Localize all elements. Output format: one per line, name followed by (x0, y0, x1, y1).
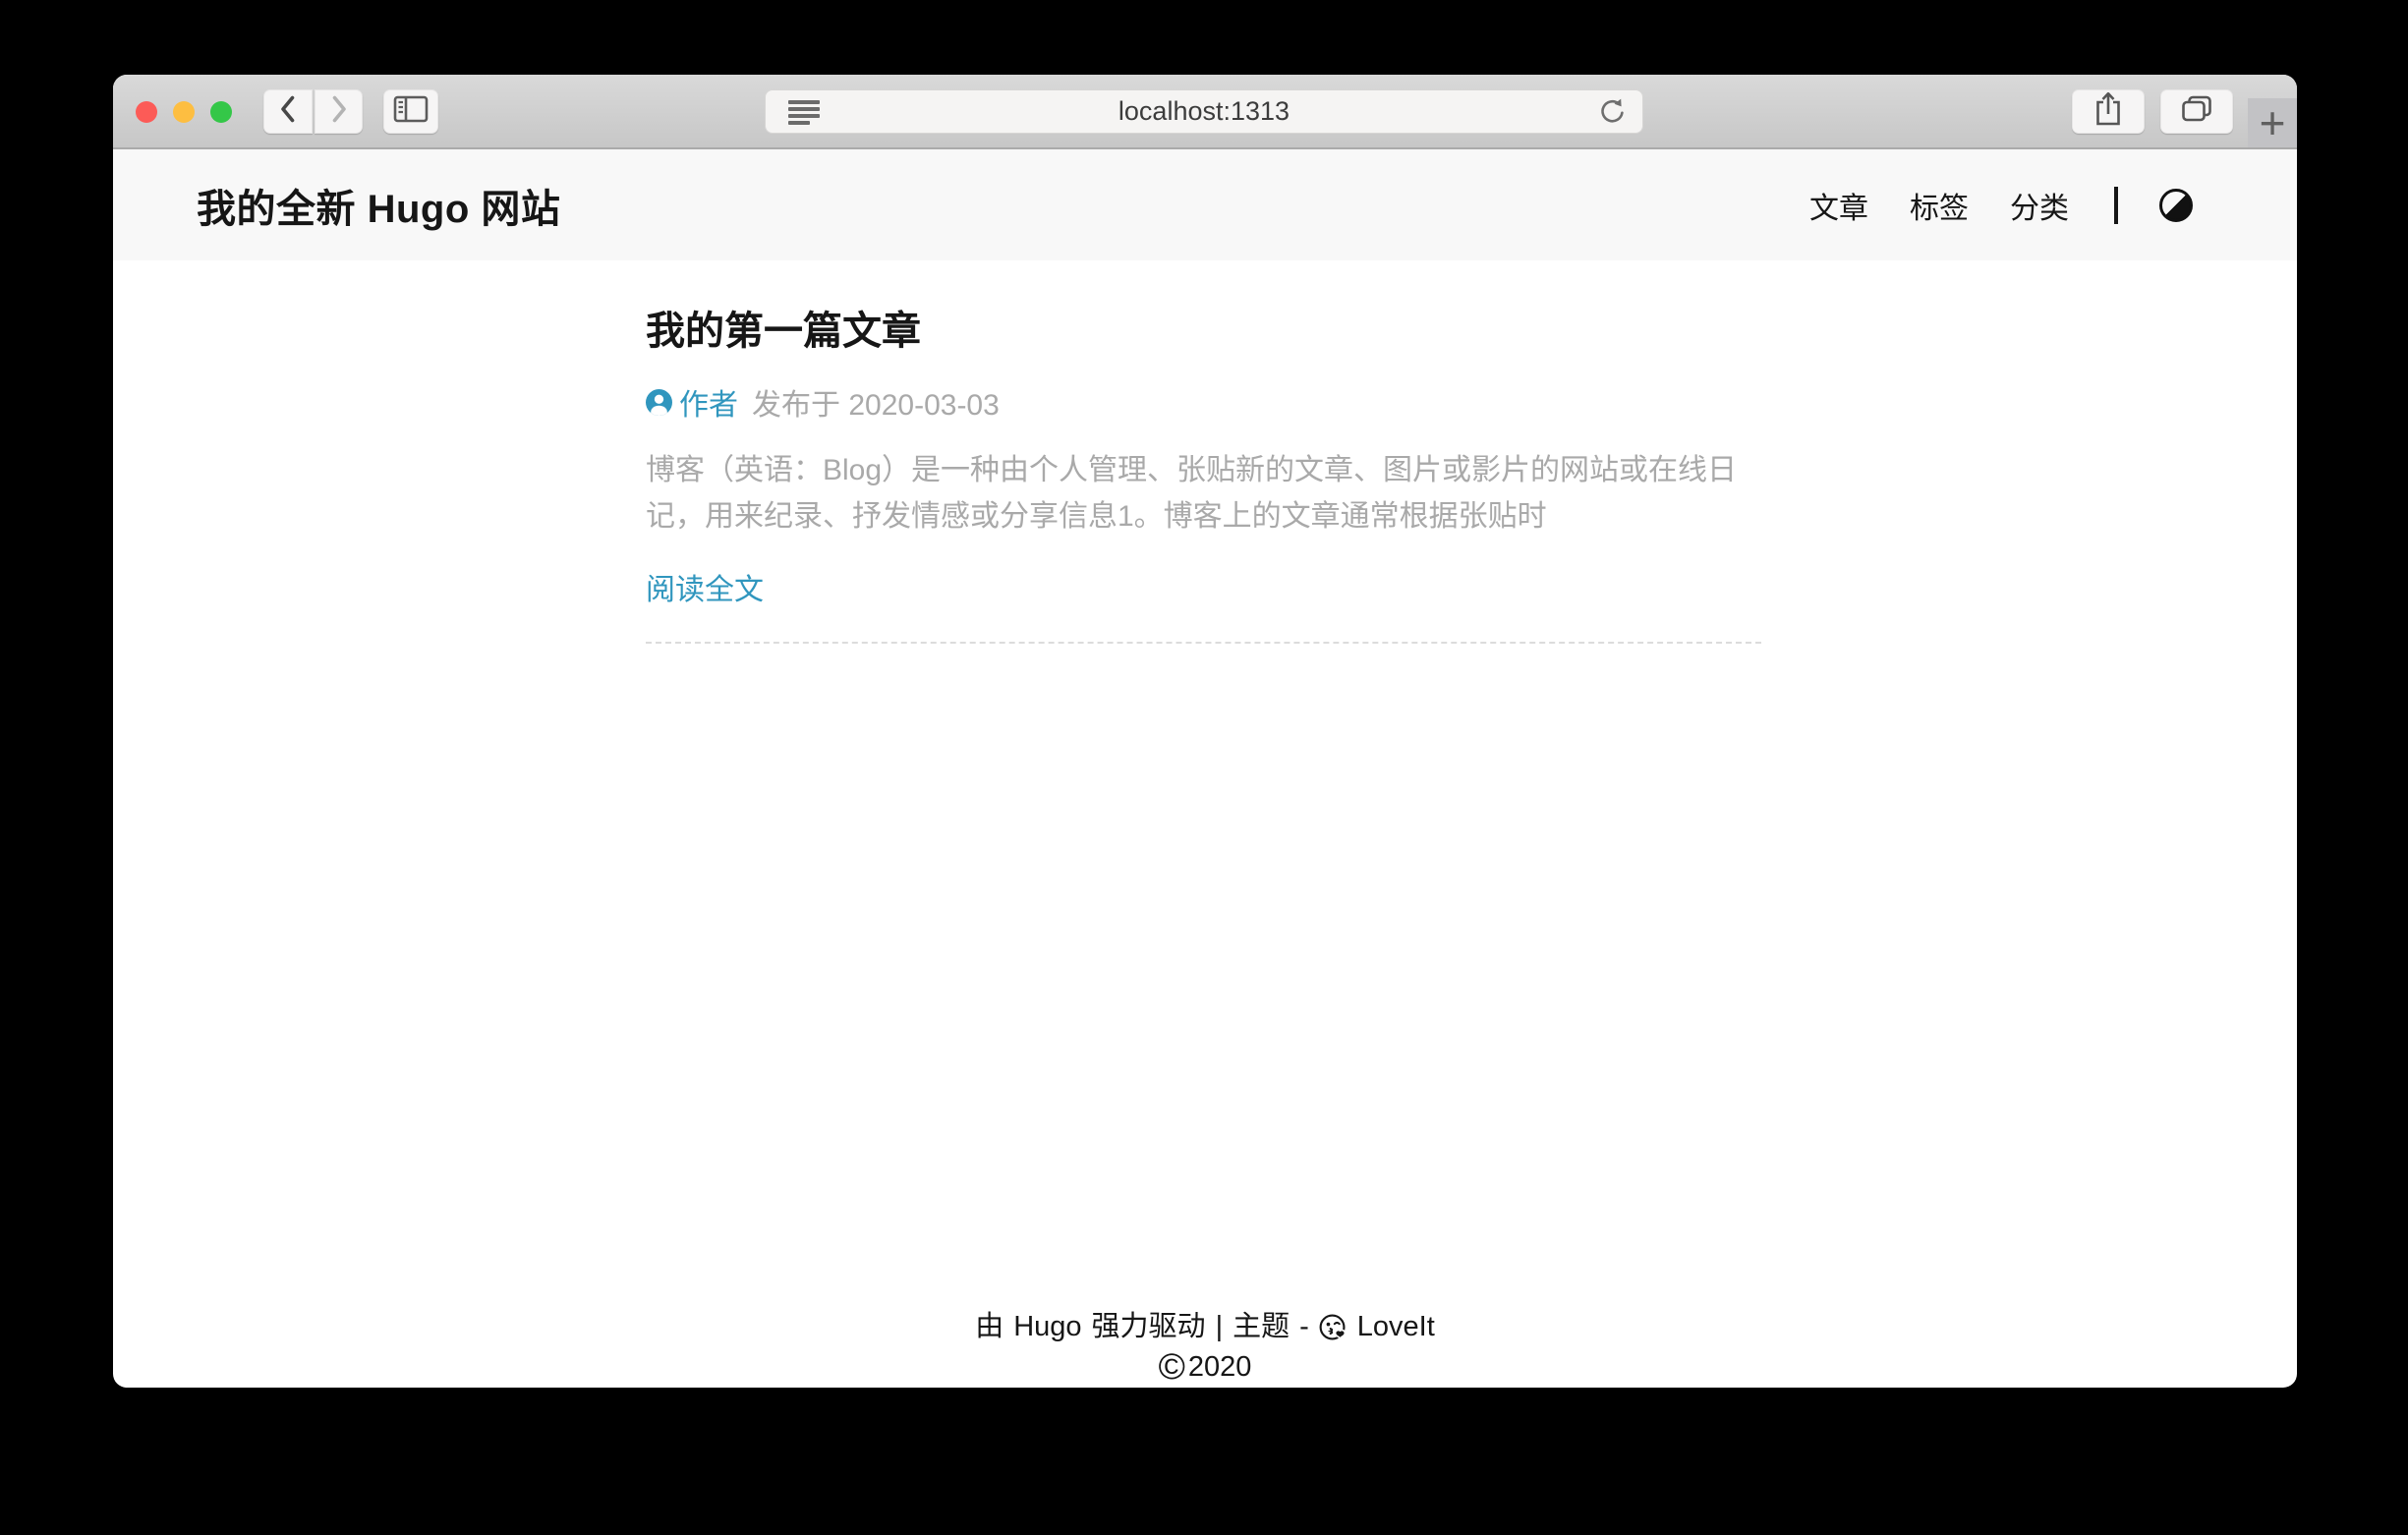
post-meta: 作者 发布于 2020-03-03 (646, 380, 1761, 424)
tabs-icon (2179, 93, 2214, 130)
site-nav: 文章 标签 分类 (1809, 149, 2193, 260)
reload-icon[interactable] (1597, 96, 1628, 132)
post-title-link[interactable]: 我的第一篇文章 (646, 308, 1761, 355)
copyright-icon: © (1159, 1346, 1185, 1387)
browser-toolbar: localhost:1313 (113, 75, 2297, 149)
share-icon (2093, 90, 2123, 133)
footer-dash: - (1299, 1311, 1309, 1342)
nav-item-posts[interactable]: 文章 (1809, 184, 1868, 227)
zoom-window-button[interactable] (210, 101, 232, 123)
post-summary-card: 我的第一篇文章 作者 发布于 2020-03-03 博客（英语：Blog）是一种… (646, 308, 1761, 652)
close-window-button[interactable] (136, 101, 157, 123)
loveit-link[interactable]: LoveIt (1357, 1311, 1435, 1342)
sidebar-icon (393, 94, 429, 129)
minimize-window-button[interactable] (173, 101, 195, 123)
address-bar[interactable]: localhost:1313 (765, 89, 1643, 134)
hugo-link[interactable]: Hugo (1013, 1311, 1081, 1342)
post-summary-text: 博客（英语：Blog）是一种由个人管理、张贴新的文章、图片或影片的网站或在线日记… (646, 447, 1761, 540)
post-date: 2020-03-03 (848, 389, 999, 422)
copyright-year: 2020 (1188, 1351, 1252, 1383)
footer-copyright-line: ©2020 (113, 1346, 2297, 1388)
sidebar-toggle-button[interactable] (383, 89, 438, 134)
kiss-wink-heart-icon (1314, 1311, 1352, 1342)
footer-text: 由 (975, 1311, 1003, 1342)
browser-window: localhost:1313 (113, 75, 2297, 1388)
forward-icon (329, 94, 349, 129)
screenshot-canvas: localhost:1313 (0, 0, 2408, 1535)
read-more-link[interactable]: 阅读全文 (646, 565, 764, 608)
post-published-label: 发布于 2020-03-03 (752, 380, 1000, 424)
footer-separator: | (1216, 1311, 1224, 1342)
tab-overview-button[interactable] (2160, 89, 2233, 134)
post-author-link[interactable]: 作者 (679, 380, 738, 424)
nav-item-tags[interactable]: 标签 (1910, 184, 1969, 227)
site-header: 我的全新 Hugo 网站 文章 标签 分类 (113, 149, 2297, 260)
post-divider (646, 642, 1761, 644)
footer-powered-line: 由 Hugo 强力驱动 | 主题- LoveIt (113, 1303, 2297, 1344)
back-button[interactable] (263, 89, 313, 134)
user-circle-icon (646, 389, 672, 416)
url-text[interactable]: localhost:1313 (765, 96, 1643, 127)
back-icon (278, 94, 298, 129)
nav-divider (2114, 187, 2118, 224)
new-tab-button[interactable]: + (2248, 98, 2297, 147)
nav-item-categories[interactable]: 分类 (2010, 184, 2069, 227)
footer-theme-label: 主题 (1233, 1311, 1290, 1342)
theme-toggle-icon[interactable] (2159, 189, 2193, 222)
share-button[interactable] (2072, 89, 2145, 134)
forward-button[interactable] (315, 89, 363, 134)
footer-text: 强力驱动 (1092, 1311, 1206, 1342)
site-title-link[interactable]: 我的全新 Hugo 网站 (197, 149, 560, 260)
